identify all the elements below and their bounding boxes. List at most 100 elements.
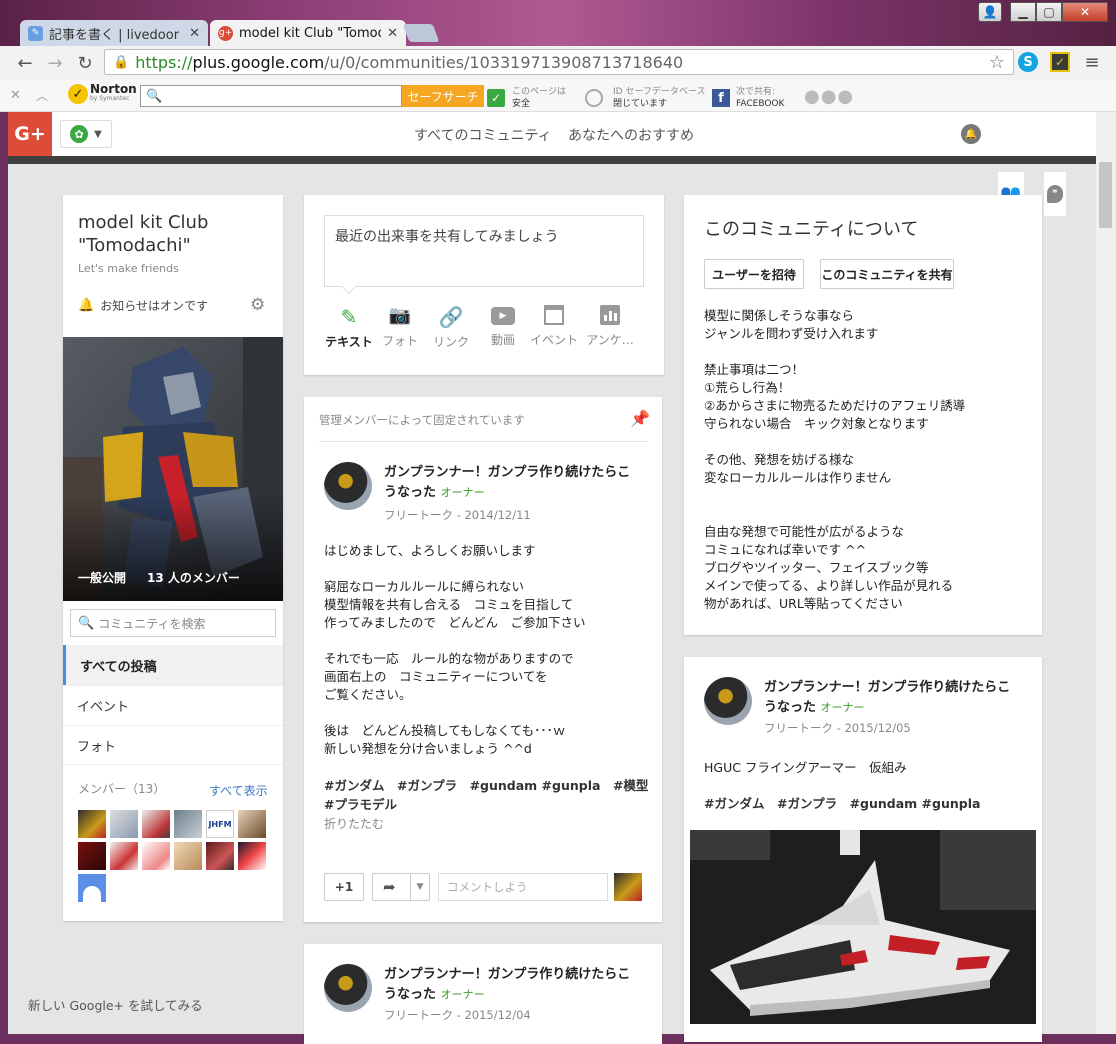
author-avatar[interactable] [324, 964, 372, 1012]
minimize-button[interactable]: ▁ [1010, 2, 1036, 22]
safesearch-button[interactable]: セーフサーチ [402, 85, 484, 107]
scrollbar[interactable] [1096, 112, 1116, 1034]
composer-input[interactable]: 最近の出来事を共有してみましょう [324, 215, 644, 287]
close-icon[interactable]: ✕ [189, 26, 200, 41]
share-button[interactable]: ➦ ▼ [372, 873, 430, 901]
section-photos[interactable]: フォト [63, 725, 283, 765]
author-role: オーナー [440, 486, 485, 499]
member-avatar[interactable] [78, 810, 106, 838]
gplus-logo[interactable]: G+ [8, 112, 52, 156]
norton-search-input[interactable]: 🔍 [140, 85, 402, 107]
post-hashtags[interactable]: #ガンダム #ガンプラ #gundam #gunpla [704, 793, 980, 812]
member-avatar[interactable] [174, 842, 202, 870]
post-category-date[interactable]: フリートーク - 2014/12/11 [384, 507, 531, 523]
compose-video-label: 動画 [490, 333, 515, 347]
share-community-button[interactable]: このコミュニティを共有 [820, 259, 954, 289]
pencil-icon: ✎ [340, 305, 358, 329]
nav-recommended[interactable]: あなたへのおすすめ [568, 125, 694, 145]
community-search-input[interactable]: 🔍 コミュニティを検索 [70, 609, 276, 637]
close-icon[interactable]: ✕ [10, 88, 21, 103]
post-author-block[interactable]: ガンプランナー！ガンプラ作り続けたらこうなった オーナー [384, 965, 634, 1005]
hangouts-icon[interactable]: ❞ [1044, 172, 1066, 216]
close-icon[interactable]: ✕ [387, 26, 398, 41]
compose-link-button[interactable]: 🔗 リンク [426, 305, 476, 350]
post-category-date[interactable]: フリートーク - 2015/12/04 [384, 1007, 531, 1023]
post-hashtags[interactable]: #ガンダム #ガンプラ #gundam #gunpla #模型 #プラモデル [324, 776, 649, 814]
member-avatar[interactable] [78, 842, 106, 870]
post-body: HGUC フライングアーマー 仮組み [704, 760, 907, 775]
plus-one-button[interactable]: +1 [324, 873, 364, 901]
gear-icon[interactable]: ⚙ [250, 295, 265, 315]
member-avatar[interactable] [142, 810, 170, 838]
chevron-down-icon[interactable]: ▼ [410, 873, 429, 901]
facebook-share[interactable]: f 次で共有: FACEBOOK [712, 86, 784, 110]
community-cover-image: 一般公開 13 人のメンバー [63, 337, 283, 601]
notifications-status[interactable]: 🔔 お知らせはオンです [78, 297, 208, 314]
member-avatar[interactable] [78, 874, 106, 902]
member-avatar[interactable] [110, 842, 138, 870]
commenter-avatar [614, 873, 642, 901]
new-tab-button[interactable] [402, 24, 440, 42]
member-avatar[interactable] [238, 842, 266, 870]
member-avatar[interactable]: JHFM [206, 810, 234, 838]
member-avatar[interactable] [174, 810, 202, 838]
section-all-posts[interactable]: すべての投稿 [63, 645, 283, 685]
norton-check-icon[interactable]: ✓ [1050, 52, 1070, 72]
post-photo[interactable] [690, 830, 1036, 1024]
author-name[interactable]: ガンプランナー！ガンプラ作り続けたらこうなった [384, 465, 630, 500]
member-avatar[interactable] [142, 842, 170, 870]
member-avatars: JHFM [78, 810, 278, 902]
member-avatar[interactable] [110, 810, 138, 838]
community-tagline: Let's make friends [78, 262, 179, 275]
see-all-members-link[interactable]: すべて表示 [209, 782, 268, 799]
chevron-up-icon[interactable]: ︿ [36, 87, 48, 104]
author-name[interactable]: ガンプランナー！ガンプラ作り続けたらこうなった [384, 967, 630, 1002]
collapse-link[interactable]: 折りたたむ [324, 815, 384, 832]
forward-arrow-icon[interactable]: → [44, 52, 66, 74]
compose-video-button[interactable]: ▶ 動画 [478, 305, 528, 348]
chevron-down-icon: ▼ [94, 128, 102, 140]
user-icon[interactable]: 👤 [978, 2, 1002, 22]
author-avatar[interactable] [704, 677, 752, 725]
more-icon[interactable]: ●●● [804, 86, 854, 107]
close-window-button[interactable]: ✕ [1062, 2, 1108, 22]
pinned-post-card: 管理メンバーによって固定されています 📌 ガンプランナー！ガンプラ作り続けたらこ… [304, 397, 662, 922]
try-new-gplus-link[interactable]: 新しい Google+ を試してみる [28, 995, 203, 1014]
community-search-placeholder: コミュニティを検索 [98, 616, 206, 631]
idsafe-status[interactable]: ID セーフデータベース 閉じています [585, 86, 705, 110]
tab-community[interactable]: g+ model kit Club "Tomoda ✕ [210, 20, 406, 46]
invite-users-button[interactable]: ユーザーを招待 [704, 259, 804, 289]
member-avatar[interactable] [206, 842, 234, 870]
star-icon[interactable]: ☆ [989, 52, 1005, 73]
communities-icon: ✿ [70, 125, 89, 143]
skype-icon[interactable]: S [1018, 52, 1038, 72]
author-name[interactable]: ガンプランナー！ガンプラ作り続けたらこうなった [764, 680, 1010, 715]
compose-poll-button[interactable]: アンケ… [580, 305, 640, 348]
visibility-label: 一般公開 [78, 571, 127, 585]
communities-menu-button[interactable]: ✿ ▼ [60, 120, 112, 148]
section-events[interactable]: イベント [63, 685, 283, 725]
menu-icon[interactable]: ≡ [1082, 52, 1102, 73]
post-category-date[interactable]: フリートーク - 2015/12/05 [764, 720, 911, 736]
share-value: FACEBOOK [736, 99, 785, 109]
community-sidebar: model kit Club "Tomodachi" Let's make fr… [63, 195, 283, 921]
nav-all-communities[interactable]: すべてのコミュニティ [414, 125, 552, 145]
compose-photo-button[interactable]: 📷 フォト [376, 305, 424, 349]
post-author-block[interactable]: ガンプランナー！ガンプラ作り続けたらこうなった オーナー [764, 678, 1014, 718]
bell-icon[interactable]: 🔔 [961, 124, 981, 144]
member-count-label: 13 人のメンバー [147, 571, 240, 585]
post-author-block[interactable]: ガンプランナー！ガンプラ作り続けたらこうなった オーナー [384, 463, 634, 503]
author-avatar[interactable] [324, 462, 372, 510]
scrollbar-thumb[interactable] [1099, 162, 1112, 228]
page-status-label: このページは [512, 87, 566, 97]
compose-event-button[interactable]: イベント [528, 305, 580, 348]
tab-livedoor[interactable]: ✎ 記事を書く | livedoor Blo ✕ [20, 20, 208, 46]
member-avatar[interactable] [238, 810, 266, 838]
reload-icon[interactable]: ↻ [74, 52, 96, 74]
page-safety-status[interactable]: ✓ このページは 安全 [487, 86, 566, 110]
address-bar[interactable]: 🔒 https:// plus.google.com /u/0/communit… [104, 49, 1014, 75]
maximize-button[interactable]: ▢ [1036, 2, 1062, 22]
compose-text-button[interactable]: ✎ テキスト [322, 305, 376, 350]
comment-input[interactable]: コメントしよう [438, 873, 608, 901]
back-arrow-icon[interactable]: ← [14, 52, 36, 74]
